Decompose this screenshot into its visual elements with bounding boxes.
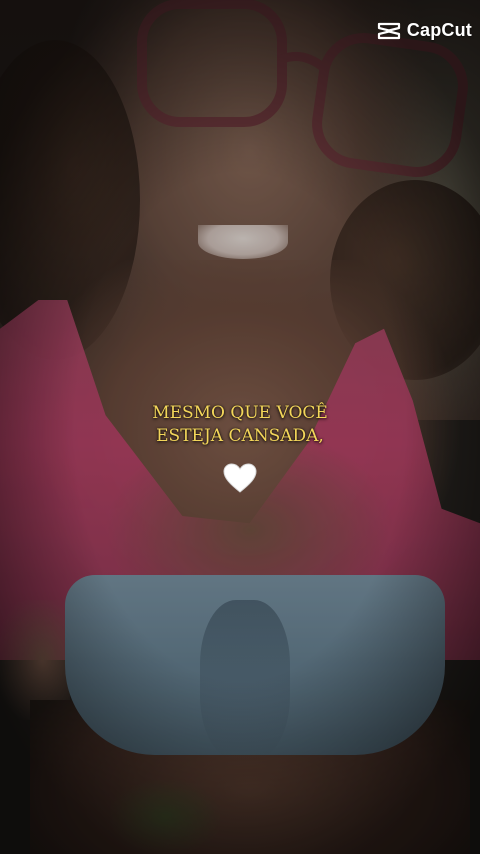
capcut-logo-icon <box>377 22 400 39</box>
video-caption: MESMO QUE VOCÊ ESTEJA CANSADA, <box>0 402 480 448</box>
caption-line-1: MESMO QUE VOCÊ <box>152 403 328 423</box>
white-heart-icon <box>222 462 258 494</box>
caption-line-2: ESTEJA CANSADA, <box>156 426 324 446</box>
video-frame: CapCut MESMO QUE VOCÊ ESTEJA CANSADA, <box>0 0 480 854</box>
capcut-watermark: CapCut <box>377 20 472 41</box>
capcut-brand-text: CapCut <box>406 20 472 40</box>
